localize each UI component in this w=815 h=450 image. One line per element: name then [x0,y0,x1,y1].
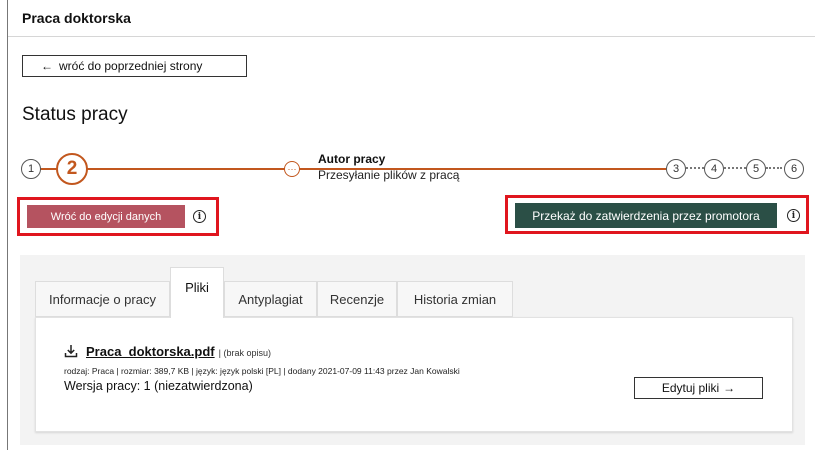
header-divider [8,36,815,37]
file-version: Wersja pracy: 1 (niezatwierdzona) [64,379,253,393]
file-name-link[interactable]: Praca_doktorska.pdf [86,344,215,359]
step-5[interactable]: 5 [746,159,766,179]
submit-to-supervisor-button[interactable]: Przekaż do zatwierdzenia przez promotora [515,203,777,228]
step-1[interactable]: 1 [21,159,41,179]
tab-informacje-o-pracy[interactable]: Informacje o pracy [35,281,170,317]
edit-files-label: Edytuj pliki [661,381,720,395]
info-icon[interactable]: i [193,210,206,223]
tab-pliki[interactable]: Pliki [170,267,224,318]
step-connector [86,168,286,170]
left-border [7,0,8,450]
file-entry: Praca_doktorska.pdf | (brak opisu) [64,342,271,359]
step-4[interactable]: 4 [704,159,724,179]
progress-stepper: 1 2 ··· Autor pracy Przesyłanie plików z… [0,146,815,192]
step-connector [38,168,58,170]
back-to-previous-page-button[interactable]: ← wróć do poprzedniej strony [22,55,247,77]
back-to-edit-button[interactable]: Wróć do edycji danych [27,205,185,228]
edit-files-button[interactable]: Edytuj pliki → [634,377,763,399]
current-step-label: Autor pracy Przesyłanie plików z pracą [318,151,459,183]
step-dotted-connector [686,167,704,169]
current-step-subtitle: Przesyłanie plików z pracą [318,168,460,182]
back-button-label: wróć do poprzedniej strony [59,59,203,73]
current-step-title: Autor pracy [318,152,386,166]
status-title: Status pracy [22,104,128,125]
arrow-right-icon: → [723,381,736,395]
substep-ellipsis-icon: ··· [284,161,300,177]
step-dotted-connector [724,167,746,169]
step-3[interactable]: 3 [666,159,686,179]
step-2-current: 2 [56,153,88,185]
tab-historia-zmian[interactable]: Historia zmian [397,281,513,317]
tab-antyplagiat[interactable]: Antyplagiat [224,281,317,317]
download-icon[interactable] [64,344,78,358]
file-metadata: rodzaj: Praca | rozmiar: 389,7 KB | języ… [64,366,460,376]
file-description: | (brak opisu) [218,348,271,358]
page-header-title: Praca doktorska [22,10,131,26]
info-icon[interactable]: i [787,209,800,222]
tab-recenzje[interactable]: Recenzje [317,281,397,317]
step-dotted-connector [766,167,782,169]
step-6[interactable]: 6 [784,159,804,179]
arrow-left-icon: ← [41,59,53,73]
